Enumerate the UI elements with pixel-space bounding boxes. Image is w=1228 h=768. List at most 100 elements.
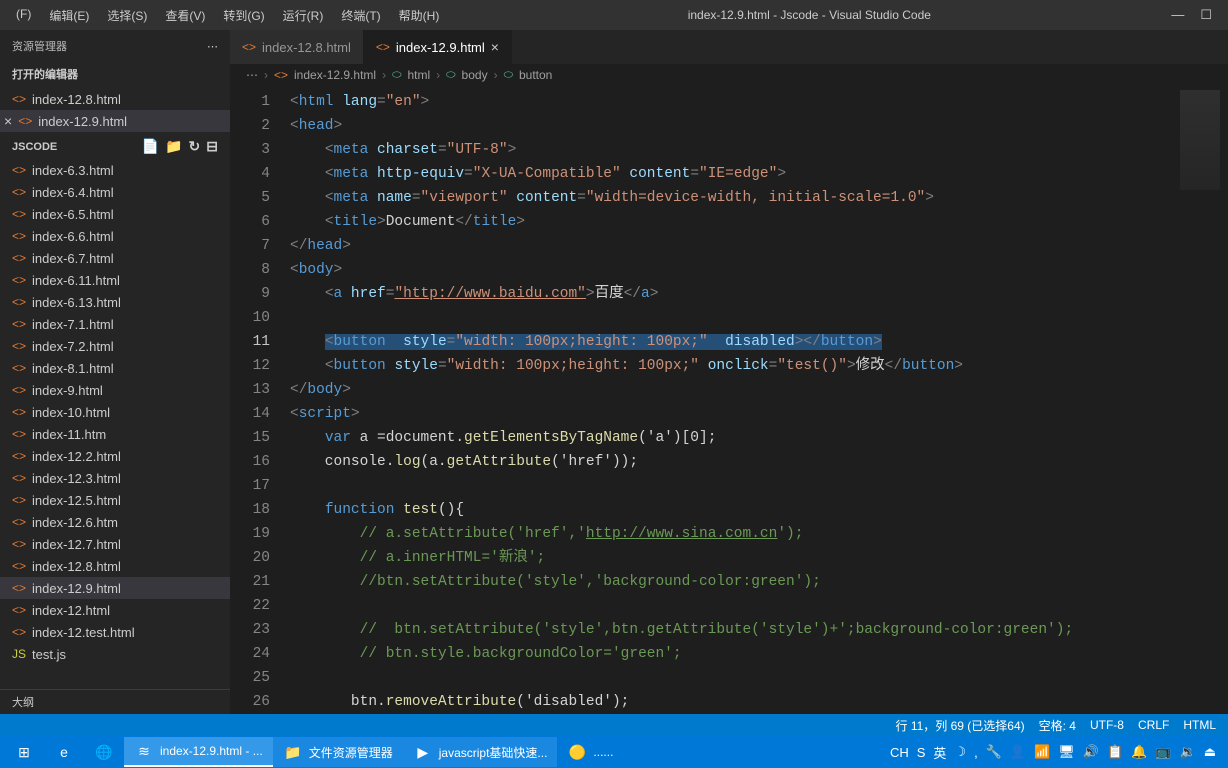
file-item[interactable]: <>index-6.7.html [0,247,230,269]
file-item[interactable]: <>index-6.6.html [0,225,230,247]
file-item[interactable]: <>index-6.3.html [0,159,230,181]
tray-icon[interactable]: CH [890,745,909,760]
file-item[interactable]: <>index-9.html [0,379,230,401]
editor-area: <> index-12.8.html <> index-12.9.html × … [230,30,1228,714]
file-name: index-12.9.html [38,114,127,129]
file-item[interactable]: <>index-6.4.html [0,181,230,203]
tray-icon[interactable]: 👤 [1010,744,1026,760]
breadcrumb-item[interactable]: index-12.9.html [294,68,376,82]
refresh-icon[interactable]: ↻ [189,138,201,155]
menu-run[interactable]: 运行(R) [275,3,332,28]
menu-goto[interactable]: 转到(G) [215,3,272,28]
html-icon: <> [12,339,26,353]
taskbar-item[interactable]: 🌐 [84,737,124,767]
file-item[interactable]: <>index-12.5.html [0,489,230,511]
open-editors-header[interactable]: 打开的编辑器 [0,62,230,86]
tray-icon[interactable]: 📺 [1155,744,1171,760]
app-icon: 🟡 [567,742,587,762]
code-editor[interactable]: 1234567891011121314151617181920212223242… [230,86,1228,714]
tray-icon[interactable]: , [974,745,978,760]
tray-icon[interactable]: ☽ [954,744,966,760]
taskbar-item[interactable]: e [44,737,84,767]
file-item[interactable]: <>index-12.html [0,599,230,621]
menu-file[interactable]: (F) [8,3,39,28]
breadcrumb-item[interactable]: html [407,68,430,82]
tray-icon[interactable]: 英 [933,743,946,762]
html-icon: <> [12,493,26,507]
chevron-right-icon: › [494,68,498,82]
outline-header[interactable]: 大纲 [0,689,230,714]
file-item[interactable]: <>index-12.3.html [0,467,230,489]
file-name: test.js [32,647,66,662]
file-item[interactable]: JStest.js [0,643,230,665]
breadcrumb-item[interactable]: body [462,68,488,82]
file-name: index-12.3.html [32,471,121,486]
file-item[interactable]: <>index-12.2.html [0,445,230,467]
taskbar-item[interactable]: 🟡...... [557,737,623,767]
menu-view[interactable]: 查看(V) [157,3,213,28]
file-item[interactable]: <>index-7.2.html [0,335,230,357]
tray-icon[interactable]: 📋 [1107,744,1123,760]
file-item[interactable]: <>index-6.5.html [0,203,230,225]
taskbar-item[interactable]: ≋index-12.9.html - ... [124,737,273,767]
tray-icon[interactable]: S [917,745,926,760]
maximize-icon[interactable]: ☐ [1200,7,1212,23]
tray-icon[interactable]: 🖥 [1058,744,1075,760]
minimap[interactable] [1180,90,1220,190]
menu-help[interactable]: 帮助(H) [391,3,448,28]
tray-icon[interactable]: 🔧 [986,744,1002,760]
file-item[interactable]: <>index-10.html [0,401,230,423]
open-editor-item[interactable]: × <> index-12.9.html [0,110,230,132]
more-icon[interactable]: ⋯ [207,40,218,53]
file-item[interactable]: <>index-12.6.htm [0,511,230,533]
file-item[interactable]: <>index-11.htm [0,423,230,445]
encoding-info[interactable]: UTF-8 [1090,718,1124,732]
file-item[interactable]: <>index-12.test.html [0,621,230,643]
tray-icon[interactable]: 📶 [1034,744,1050,760]
minimize-icon[interactable]: — [1171,7,1184,23]
file-item[interactable]: <>index-12.8.html [0,555,230,577]
taskbar-item[interactable]: ▶javascript基础快速... [403,737,558,767]
tab[interactable]: <> index-12.9.html × [364,30,512,64]
line-gutter: 1234567891011121314151617181920212223242… [230,90,290,714]
new-folder-icon[interactable]: 📁 [165,138,182,155]
breadcrumb-item[interactable]: button [519,68,552,82]
file-item[interactable]: <>index-12.9.html [0,577,230,599]
file-item[interactable]: <>index-8.1.html [0,357,230,379]
cursor-position[interactable]: 行 11，列 69 (已选择64) [895,717,1024,734]
tabs: <> index-12.8.html <> index-12.9.html × [230,30,1228,64]
indent-info[interactable]: 空格: 4 [1039,717,1076,734]
taskbar-item[interactable]: 📁文件资源管理器 [273,737,403,767]
html-icon: <> [12,383,26,397]
taskbar-item[interactable]: ⊞ [4,737,44,767]
tab[interactable]: <> index-12.8.html [230,30,364,64]
html-icon: <> [12,449,26,463]
html-icon: <> [12,295,26,309]
close-icon[interactable]: × [4,113,12,129]
html-icon: <> [12,229,26,243]
new-file-icon[interactable]: 📄 [142,138,159,155]
workspace-header[interactable]: JSCODE 📄 📁 ↻ ⊟ [0,134,230,159]
file-item[interactable]: <>index-6.13.html [0,291,230,313]
language-info[interactable]: HTML [1183,718,1216,732]
tray-icon[interactable]: ⏏ [1204,744,1216,760]
file-item[interactable]: <>index-7.1.html [0,313,230,335]
breadcrumb[interactable]: ⋯ › <> index-12.9.html › ⬭ html › ⬭ body… [230,64,1228,86]
open-editor-item[interactable]: <> index-12.8.html [0,88,230,110]
collapse-icon[interactable]: ⊟ [206,138,218,155]
file-item[interactable]: <>index-12.7.html [0,533,230,555]
tray-icon[interactable]: 🔔 [1131,744,1147,760]
code-content[interactable]: <html lang="en"> <head> <meta charset="U… [290,90,1228,714]
tray-icon[interactable]: 🔉 [1180,744,1196,760]
tray-icon[interactable]: 🔊 [1083,744,1099,760]
menu-select[interactable]: 选择(S) [99,3,155,28]
eol-info[interactable]: CRLF [1138,718,1169,732]
file-name: index-12.8.html [32,559,121,574]
app-icon: ≋ [134,741,154,761]
tab-close-icon[interactable]: × [491,39,499,55]
file-name: index-8.1.html [32,361,114,376]
menu-edit[interactable]: 编辑(E) [41,3,97,28]
file-item[interactable]: <>index-6.11.html [0,269,230,291]
app-icon: ⊞ [14,742,34,762]
menu-terminal[interactable]: 终端(T) [333,3,388,28]
